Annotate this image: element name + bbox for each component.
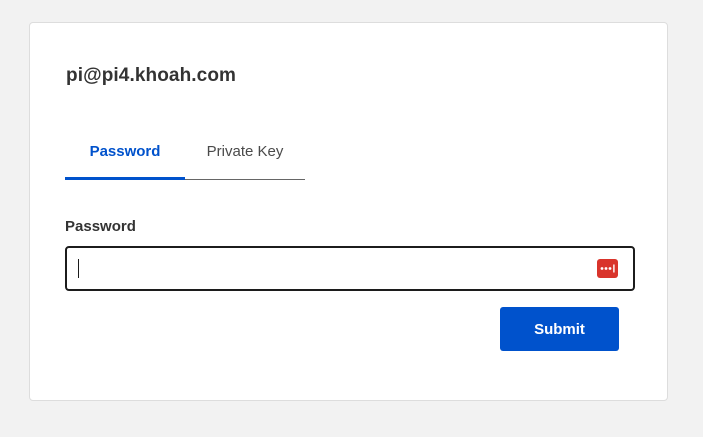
host-title: pi@pi4.khoah.com (66, 65, 237, 86)
login-card: pi@pi4.khoah.com Password Private Key Pa… (29, 22, 668, 401)
submit-button[interactable]: Submit (500, 307, 619, 351)
auth-method-tabs: Password Private Key (65, 131, 305, 180)
password-field-label: Password (65, 218, 136, 235)
password-manager-icon[interactable] (597, 259, 618, 278)
text-caret (78, 259, 79, 278)
password-input[interactable] (77, 254, 577, 283)
tab-private-key[interactable]: Private Key (185, 131, 305, 179)
tab-password[interactable]: Password (65, 131, 185, 180)
password-field-wrapper[interactable] (65, 246, 635, 291)
